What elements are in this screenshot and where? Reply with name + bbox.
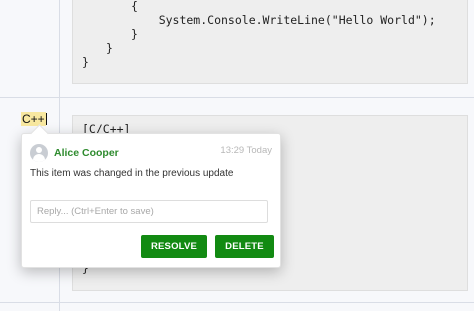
comment-message: This item was changed in the previous up… — [30, 168, 234, 179]
code-line: System.Console.WriteLine("Hello World"); — [131, 13, 436, 27]
code-block-top[interactable]: { System.Console.WriteLine("Hello World"… — [72, 0, 468, 84]
comment-author: Alice Cooper — [54, 147, 119, 159]
code-line: } — [106, 41, 113, 55]
code-line: { — [131, 0, 138, 13]
document-page: { System.Console.WriteLine("Hello World"… — [0, 0, 474, 311]
code-line: } — [82, 55, 89, 69]
comment-popup: Alice Cooper 13:29 Today This item was c… — [21, 124, 281, 268]
text-caret — [45, 113, 47, 125]
resolve-button[interactable]: RESOLVE — [141, 235, 207, 258]
user-icon — [36, 147, 42, 153]
row-divider — [0, 302, 474, 303]
avatar — [30, 144, 48, 162]
row-divider — [0, 97, 474, 98]
highlighted-text: C++ — [21, 112, 46, 126]
comment-timestamp: 13:29 Today — [220, 145, 272, 156]
delete-button[interactable]: DELETE — [215, 235, 274, 258]
popup-pointer — [30, 124, 49, 143]
code-line: } — [131, 27, 138, 41]
language-label[interactable]: C++ — [21, 112, 47, 126]
reply-input[interactable] — [30, 200, 268, 223]
